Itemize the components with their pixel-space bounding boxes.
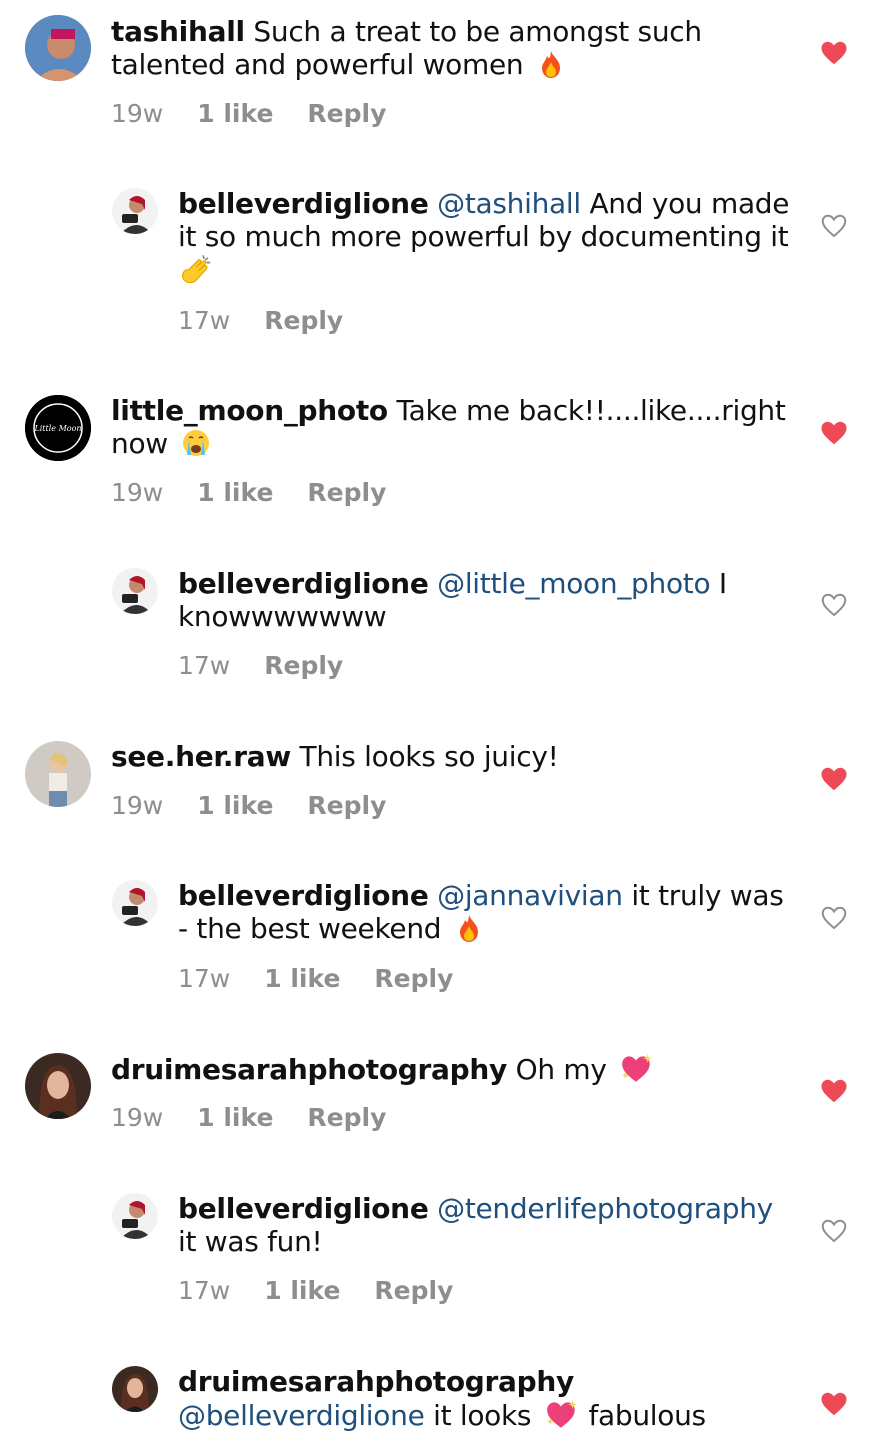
reply-button[interactable]: Reply — [374, 964, 453, 993]
username[interactable]: tashihall — [111, 15, 245, 48]
heart-icon[interactable] — [819, 38, 849, 68]
comment-meta: 17w 1 like Reply — [178, 1275, 487, 1305]
crying-face-icon — [181, 428, 211, 458]
reply-button[interactable]: Reply — [307, 99, 386, 128]
reply-button[interactable]: Reply — [307, 1103, 386, 1132]
timestamp: 17w — [178, 305, 231, 335]
fire-icon — [536, 49, 566, 79]
comment-text: tashihall Such a treat to be amongst suc… — [111, 15, 791, 81]
avatar[interactable] — [25, 1053, 91, 1119]
comment-text: little_moon_photo Take me back!!....like… — [111, 394, 791, 460]
username[interactable]: druimesarahphotography — [178, 1365, 574, 1398]
comment-meta: 17w 1 like Reply — [178, 963, 487, 993]
avatar[interactable] — [112, 1193, 158, 1239]
sparkling-heart-icon — [544, 1398, 580, 1430]
username[interactable]: see.her.raw — [111, 740, 291, 773]
comment-body-end: fabulous — [588, 1399, 706, 1432]
reply-button[interactable]: Reply — [264, 306, 343, 335]
reply-button[interactable]: Reply — [264, 651, 343, 680]
avatar[interactable] — [112, 188, 158, 234]
sparkling-heart-icon — [619, 1052, 655, 1084]
svg-text:Little Moon: Little Moon — [33, 424, 81, 433]
comment-meta: 19w 1 like Reply — [111, 477, 420, 507]
fire-icon — [454, 913, 484, 943]
comment-meta: 17w Reply — [178, 305, 377, 335]
likes-count[interactable]: 1 like — [197, 1103, 273, 1132]
timestamp: 19w — [111, 98, 164, 128]
comment-text: belleverdiglione @tashihall And you made… — [178, 187, 790, 291]
avatar[interactable] — [112, 880, 158, 926]
username[interactable]: belleverdiglione — [178, 567, 429, 600]
heart-outline-icon[interactable] — [819, 590, 849, 620]
username[interactable]: little_moon_photo — [111, 394, 388, 427]
heart-outline-icon[interactable] — [819, 1216, 849, 1246]
comment-body: This looks so juicy! — [299, 740, 559, 773]
mention-link[interactable]: @tashihall — [437, 187, 581, 220]
avatar[interactable] — [112, 568, 158, 614]
timestamp: 17w — [178, 963, 231, 993]
mention-link[interactable]: @tenderlifephotography — [437, 1192, 773, 1225]
comment-text: belleverdiglione @little_moon_photo I kn… — [178, 567, 790, 633]
comment-meta: 19w 1 like Reply — [111, 1102, 420, 1132]
timestamp: 17w — [178, 650, 231, 680]
username[interactable]: druimesarahphotography — [111, 1053, 507, 1086]
comment-meta: 19w 1 like Reply — [111, 98, 420, 128]
username[interactable]: belleverdiglione — [178, 1192, 429, 1225]
heart-icon[interactable] — [819, 764, 849, 794]
heart-icon[interactable] — [819, 1389, 849, 1419]
likes-count[interactable]: 1 like — [264, 1276, 340, 1305]
avatar[interactable]: Little Moon — [25, 395, 91, 461]
avatar[interactable] — [25, 741, 91, 807]
comment-text: druimesarahphotography Oh my — [111, 1052, 791, 1086]
timestamp: 17w — [178, 1275, 231, 1305]
mention-link[interactable]: @belleverdiglione — [178, 1399, 425, 1432]
comment-body: it was fun! — [178, 1225, 323, 1258]
reply-button[interactable]: Reply — [374, 1276, 453, 1305]
likes-count[interactable]: 1 like — [197, 478, 273, 507]
comment-text: belleverdiglione @tenderlifephotography … — [178, 1192, 790, 1258]
timestamp: 19w — [111, 477, 164, 507]
mention-link[interactable]: @jannavivian — [437, 879, 623, 912]
heart-outline-icon[interactable] — [819, 211, 849, 241]
comment-meta: 19w 1 like Reply — [111, 790, 420, 820]
comment-text: druimesarahphotography @belleverdiglione… — [178, 1365, 790, 1432]
reply-button[interactable]: Reply — [307, 478, 386, 507]
avatar[interactable] — [112, 1366, 158, 1412]
timestamp: 19w — [111, 790, 164, 820]
likes-count[interactable]: 1 like — [197, 791, 273, 820]
reply-button[interactable]: Reply — [307, 791, 386, 820]
avatar[interactable] — [25, 15, 91, 81]
username[interactable]: belleverdiglione — [178, 187, 429, 220]
comment-text: belleverdiglione @jannavivian it truly w… — [178, 879, 790, 945]
timestamp: 19w — [111, 1102, 164, 1132]
clapping-hands-icon — [178, 253, 216, 289]
likes-count[interactable]: 1 like — [197, 99, 273, 128]
comment-meta: 17w Reply — [178, 650, 377, 680]
heart-icon[interactable] — [819, 1076, 849, 1106]
comment-text: see.her.raw This looks so juicy! — [111, 740, 791, 773]
comment-body: Oh my — [515, 1053, 607, 1086]
mention-link[interactable]: @little_moon_photo — [437, 567, 710, 600]
heart-icon[interactable] — [819, 418, 849, 448]
heart-outline-icon[interactable] — [819, 903, 849, 933]
likes-count[interactable]: 1 like — [264, 964, 340, 993]
comment-body: it looks — [433, 1399, 532, 1432]
username[interactable]: belleverdiglione — [178, 879, 429, 912]
